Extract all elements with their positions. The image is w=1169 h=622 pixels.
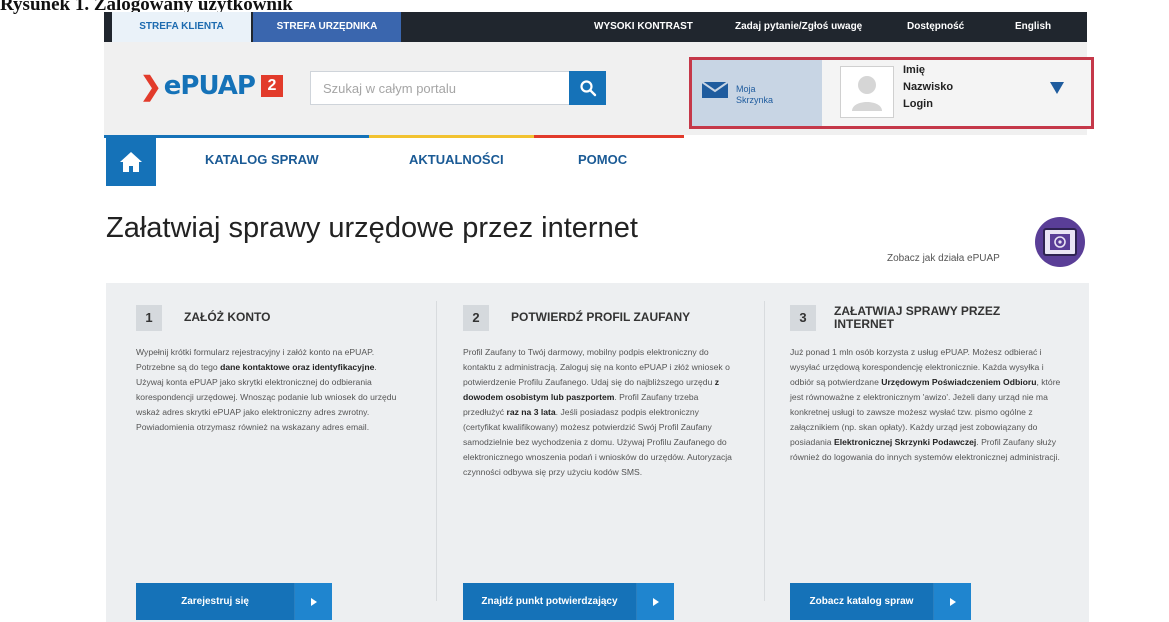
epuap-logo[interactable]: ❯ ePUAP 2 bbox=[140, 68, 283, 104]
mailbox-label: Moja Skrzynka bbox=[736, 84, 773, 106]
mailbox-label-line2: Skrzynka bbox=[736, 95, 774, 105]
logo-text: ePUAP bbox=[163, 71, 256, 101]
step-1-title: ZAŁÓŻ KONTO bbox=[184, 310, 271, 324]
my-mailbox-button[interactable]: Moja Skrzynka bbox=[692, 60, 822, 126]
nav-catalog[interactable]: KATALOG SPRAW bbox=[205, 152, 319, 167]
steps-panel: 1 ZAŁÓŻ KONTO Wypełnij krótki formularz … bbox=[106, 283, 1089, 622]
ask-question-link[interactable]: Zadaj pytanie/Zgłoś uwagę bbox=[735, 12, 862, 42]
avatar-icon bbox=[852, 76, 882, 111]
english-link[interactable]: English bbox=[1015, 12, 1051, 42]
nav-help[interactable]: POMOC bbox=[578, 152, 627, 167]
video-button[interactable] bbox=[1035, 217, 1085, 267]
home-icon bbox=[120, 152, 142, 172]
search-icon bbox=[579, 80, 596, 97]
user-first-name: Imię bbox=[903, 64, 926, 76]
step-3-number: 3 bbox=[790, 305, 816, 331]
logo-badge: 2 bbox=[260, 75, 283, 97]
avatar[interactable] bbox=[840, 66, 894, 118]
register-button[interactable]: Zarejestruj się bbox=[136, 583, 332, 620]
step-2-number: 2 bbox=[463, 305, 489, 331]
tab-client-zone[interactable]: STREFA KLIENTA bbox=[112, 12, 251, 42]
arrow-right-icon bbox=[933, 583, 971, 620]
stripe-red bbox=[534, 135, 684, 138]
logged-user-box: Moja Skrzynka Imię Nazwisko Login bbox=[689, 57, 1094, 129]
search-input[interactable] bbox=[310, 71, 572, 105]
step-1-number: 1 bbox=[136, 305, 162, 331]
home-button[interactable] bbox=[106, 138, 156, 186]
tab-official-zone[interactable]: STREFA URZĘDNIKA bbox=[253, 12, 401, 42]
high-contrast-link[interactable]: WYSOKI KONTRAST bbox=[594, 12, 693, 42]
step-1-description: Wypełnij krótki formularz rejestracyjny … bbox=[136, 347, 397, 432]
user-last-name: Nazwisko bbox=[903, 81, 954, 93]
nav-news[interactable]: AKTUALNOŚCI bbox=[409, 152, 504, 167]
user-login: Login bbox=[903, 98, 933, 110]
film-icon bbox=[1043, 228, 1077, 256]
logo-mark-icon: ❯ bbox=[140, 70, 162, 101]
mailbox-label-line1: Moja bbox=[736, 84, 756, 94]
see-catalog-button-label: Zobacz katalog spraw bbox=[809, 596, 914, 607]
step-2-title: POTWIERDŹ PROFIL ZAUFANY bbox=[511, 310, 691, 324]
step-3-title: ZAŁATWIAJ SPRAWY PRZEZ INTERNET bbox=[834, 304, 1001, 331]
arrow-right-icon bbox=[294, 583, 332, 620]
register-button-label: Zarejestruj się bbox=[181, 596, 249, 607]
how-it-works-link[interactable]: Zobacz jak działa ePUAP bbox=[887, 253, 1000, 264]
mail-icon bbox=[702, 82, 728, 98]
stripe-yellow bbox=[369, 135, 534, 138]
step-3-description: Już ponad 1 mln osób korzysta z usług eP… bbox=[790, 347, 1061, 462]
find-confirmation-point-button[interactable]: Znajdź punkt potwierdzający bbox=[463, 583, 674, 620]
header: ❯ ePUAP 2 Moja Skrzynka Imi bbox=[104, 42, 1094, 135]
search-button[interactable] bbox=[569, 71, 606, 105]
page-title: Załatwiaj sprawy urzędowe przez internet bbox=[106, 212, 638, 244]
top-bar: STREFA KLIENTA STREFA URZĘDNIKA WYSOKI K… bbox=[104, 12, 1087, 42]
step-2-description: Profil Zaufany to Twój darmowy, mobilny … bbox=[463, 347, 732, 477]
accessibility-link[interactable]: Dostępność bbox=[907, 12, 964, 42]
column-divider bbox=[436, 301, 437, 601]
arrow-right-icon bbox=[636, 583, 674, 620]
dropdown-arrow-icon[interactable] bbox=[1050, 82, 1064, 94]
see-catalog-button[interactable]: Zobacz katalog spraw bbox=[790, 583, 971, 620]
find-point-button-label: Znajdź punkt potwierdzający bbox=[481, 596, 618, 607]
column-divider bbox=[764, 301, 765, 601]
user-info[interactable]: Imię Nazwisko Login bbox=[903, 62, 953, 113]
